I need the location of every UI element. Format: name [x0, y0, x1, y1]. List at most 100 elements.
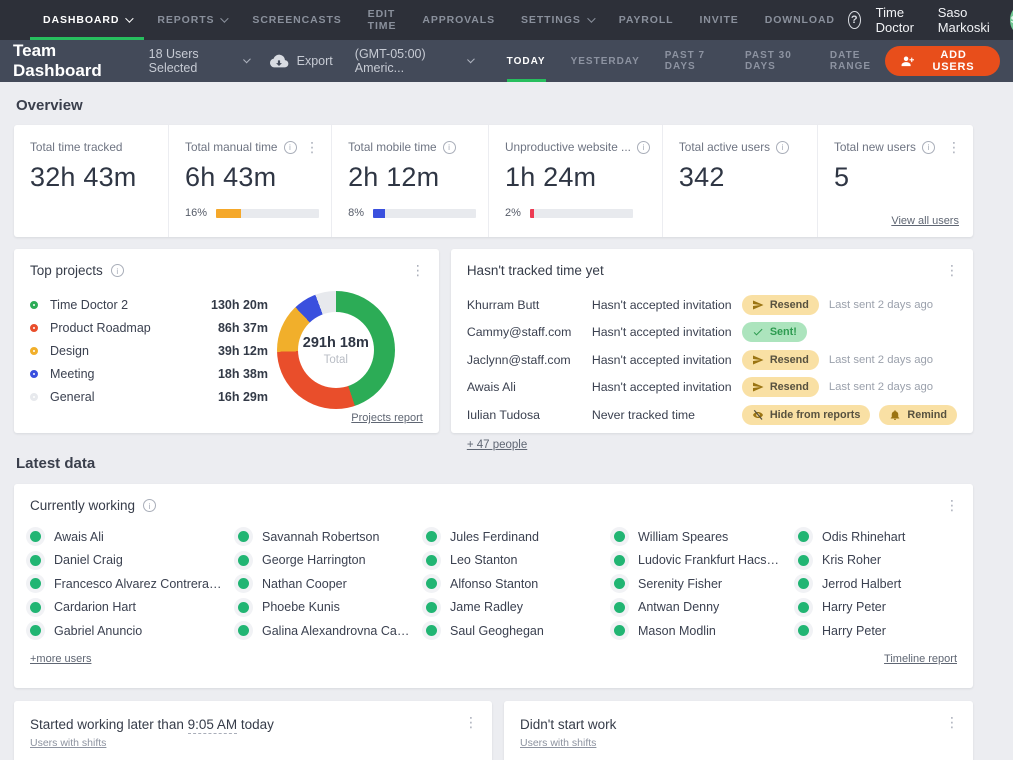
- working-user: Jerrod Halbert: [798, 577, 957, 590]
- working-user: Francesco Alvarez Contreras ...: [30, 577, 238, 590]
- timezone-dropdown[interactable]: (GMT-05:00) Americ...: [355, 47, 473, 75]
- invitee-name: Jaclynn@staff.com: [467, 353, 592, 367]
- info-icon[interactable]: i: [776, 141, 789, 154]
- stat-value: 2h 12m: [348, 162, 476, 193]
- projects-donut-chart: 291h 18m Total: [277, 291, 395, 409]
- stat-percent: 2%: [505, 207, 521, 219]
- date-tab-past-30-days[interactable]: PAST 30 DAYS: [745, 40, 805, 82]
- working-user-name: Saul Geoghegan: [450, 624, 558, 638]
- online-dot-icon: [238, 531, 249, 542]
- nav-item-download[interactable]: DOWNLOAD: [752, 0, 848, 40]
- kebab-menu-icon[interactable]: ⋮: [947, 140, 961, 154]
- person-add-icon: [901, 54, 915, 68]
- nav-item-reports[interactable]: REPORTS: [144, 0, 239, 40]
- working-user: Awais Ali: [30, 530, 238, 543]
- sent-button[interactable]: Sent!: [742, 322, 807, 342]
- project-row-meeting: Meeting18h 38m: [30, 367, 268, 381]
- nav-item-edit-time[interactable]: EDIT TIME: [355, 0, 410, 40]
- nav-item-approvals[interactable]: APPROVALS: [409, 0, 508, 40]
- nav-item-invite[interactable]: INVITE: [686, 0, 751, 40]
- nav-item-label: INVITE: [699, 14, 738, 26]
- main-nav: DASHBOARDREPORTSSCREENCASTSEDIT TIME APPR…: [30, 0, 848, 40]
- working-user-name: Gabriel Anuncio: [54, 624, 156, 638]
- online-dot-icon: [426, 578, 437, 589]
- info-icon[interactable]: i: [922, 141, 935, 154]
- shift-time[interactable]: 9:05 AM: [188, 717, 238, 734]
- remind-button[interactable]: Remind: [879, 405, 957, 425]
- working-user: Nathan Cooper: [238, 577, 426, 590]
- online-dot-icon: [798, 602, 809, 613]
- working-user: George Harrington: [238, 554, 426, 567]
- date-tab-today[interactable]: TODAY: [507, 40, 546, 82]
- user-name[interactable]: Saso Markoski: [938, 5, 995, 35]
- working-user: Serenity Fisher: [614, 577, 798, 590]
- projects-report-link[interactable]: Projects report: [351, 412, 423, 424]
- help-icon[interactable]: ?: [848, 11, 861, 29]
- info-icon[interactable]: i: [143, 499, 156, 512]
- hasnt-tracked-card: Hasn't tracked time yet ⋮ Khurram ButtHa…: [451, 249, 973, 433]
- online-dot-icon: [30, 625, 41, 636]
- chevron-down-icon: [587, 14, 595, 22]
- view-all-users-link[interactable]: View all users: [891, 215, 959, 227]
- online-dot-icon: [30, 602, 41, 613]
- stat-label: Total mobile time: [348, 140, 437, 154]
- info-icon[interactable]: i: [637, 141, 650, 154]
- nav-item-settings[interactable]: SETTINGS: [508, 0, 606, 40]
- kebab-menu-icon[interactable]: ⋮: [945, 263, 959, 277]
- page-title: Team Dashboard: [13, 41, 131, 81]
- kebab-menu-icon[interactable]: ⋮: [464, 715, 478, 729]
- working-user-name: Jame Radley: [450, 600, 537, 614]
- working-user-name: Mason Modlin: [638, 624, 730, 638]
- hide-from-reports-button[interactable]: Hide from reports: [742, 405, 871, 425]
- nav-item-label: PAYROLL: [619, 14, 674, 26]
- kebab-menu-icon[interactable]: ⋮: [305, 140, 319, 154]
- info-icon[interactable]: i: [443, 141, 456, 154]
- users-selected-label: 18 Users Selected: [149, 47, 236, 75]
- export-label: Export: [297, 54, 333, 68]
- badge-label: Sent!: [770, 326, 797, 338]
- stat-value: 6h 43m: [185, 162, 319, 193]
- date-tab-yesterday[interactable]: YESTERDAY: [571, 40, 640, 82]
- invite-status: Hasn't accepted invitation: [592, 325, 742, 339]
- date-tab-past-7-days[interactable]: PAST 7 DAYS: [665, 40, 720, 82]
- export-button[interactable]: Export: [269, 54, 333, 69]
- resend-button[interactable]: Resend: [742, 377, 819, 397]
- kebab-menu-icon[interactable]: ⋮: [411, 263, 425, 277]
- invite-row: Iulian TudosaNever tracked timeHide from…: [467, 401, 957, 429]
- started-late-prefix: Started working later than: [30, 717, 188, 732]
- users-selected-dropdown[interactable]: 18 Users Selected: [149, 47, 249, 75]
- progress-fill: [373, 209, 385, 218]
- info-icon[interactable]: i: [284, 141, 297, 154]
- nav-item-screencasts[interactable]: SCREENCASTS: [239, 0, 354, 40]
- kebab-menu-icon[interactable]: ⋮: [945, 498, 959, 512]
- nav-item-payroll[interactable]: PAYROLL: [606, 0, 687, 40]
- kebab-menu-icon[interactable]: ⋮: [945, 715, 959, 729]
- last-sent-note: Last sent 2 days ago: [829, 354, 933, 366]
- working-user: Kris Roher: [798, 554, 957, 567]
- more-users-link[interactable]: +more users: [30, 653, 91, 665]
- add-users-button[interactable]: ADD USERS: [885, 46, 1000, 76]
- resend-button[interactable]: Resend: [742, 350, 819, 370]
- invite-actions: Hide from reports Remind: [742, 405, 957, 425]
- working-user-name: Odis Rhinehart: [822, 530, 919, 544]
- nav-item-label: APPROVALS: [422, 14, 495, 26]
- working-user: Savannah Robertson: [238, 530, 426, 543]
- resend-button[interactable]: Resend: [742, 295, 819, 315]
- working-user-name: Cardarion Hart: [54, 600, 150, 614]
- badge-label: Resend: [770, 354, 809, 366]
- add-users-label: ADD USERS: [923, 49, 984, 73]
- users-with-shifts-link[interactable]: Users with shifts: [30, 737, 106, 749]
- date-range-tabs: TODAY YESTERDAY PAST 7 DAYS PAST 30 DAYS DAT…: [507, 40, 886, 82]
- badge-label: Remind: [907, 409, 947, 421]
- more-people-link[interactable]: + 47 people: [467, 439, 527, 451]
- info-icon[interactable]: i: [111, 264, 124, 277]
- date-tab-date-range[interactable]: DATE RANGE: [830, 40, 885, 82]
- stat-header: Total new usersi⋮: [834, 140, 961, 154]
- working-user-name: Jules Ferdinand: [450, 530, 553, 544]
- users-with-shifts-link[interactable]: Users with shifts: [520, 737, 596, 749]
- nav-item-dashboard[interactable]: DASHBOARD: [30, 0, 144, 40]
- stat-label: Unproductive website ...: [505, 140, 631, 154]
- online-dot-icon: [614, 625, 625, 636]
- timeline-report-link[interactable]: Timeline report: [884, 653, 957, 665]
- project-name: General: [50, 390, 198, 404]
